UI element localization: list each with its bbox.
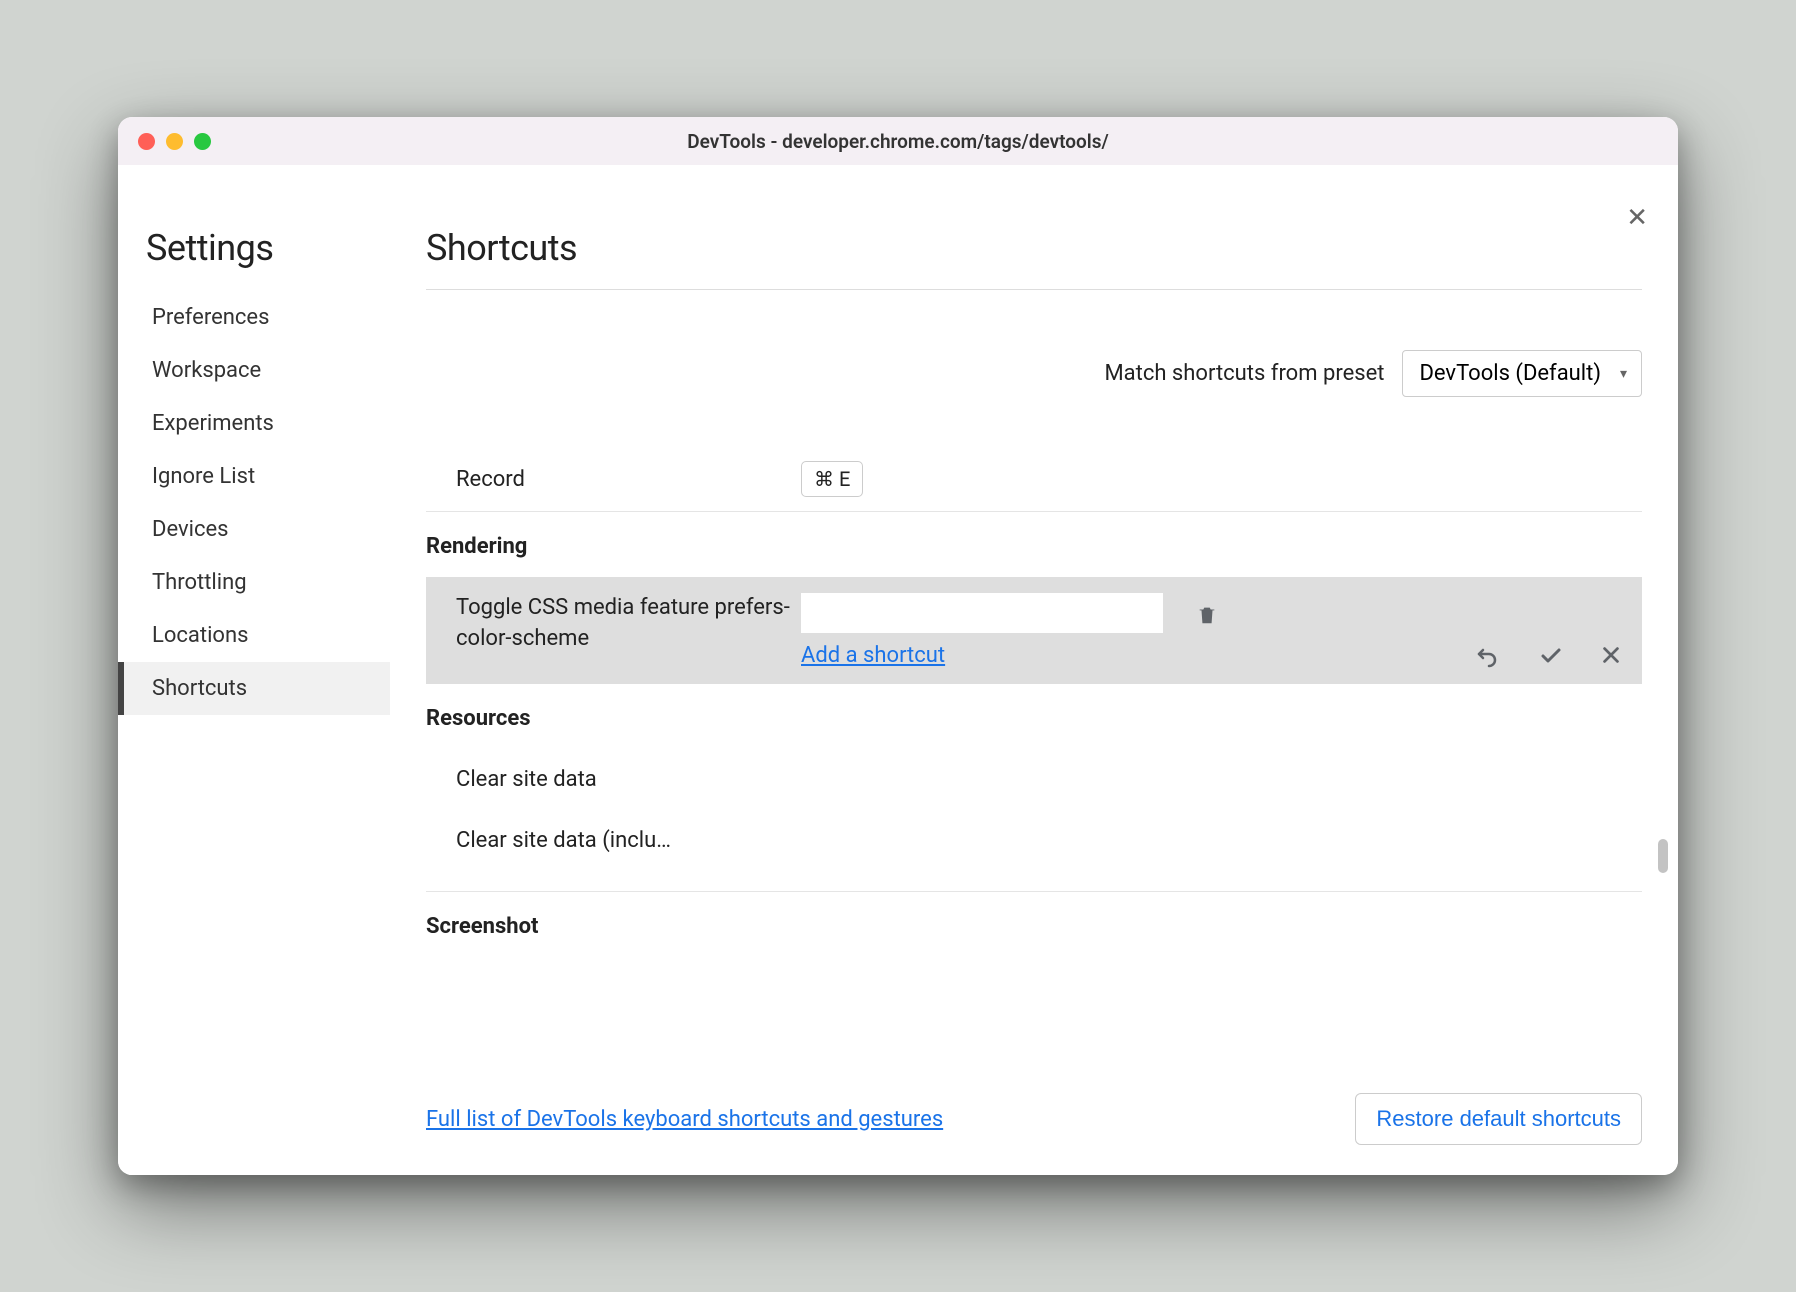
editing-center: Add a shortcut [801, 593, 1163, 668]
add-shortcut-link[interactable]: Add a shortcut [801, 643, 945, 668]
close-settings-button[interactable]: ✕ [1626, 203, 1648, 233]
section-header-screenshot: Screenshot [426, 892, 1642, 957]
content-area: ✕ Settings Preferences Workspace Experim… [118, 165, 1678, 1175]
sidebar-item-preferences[interactable]: Preferences [118, 291, 390, 344]
trash-icon[interactable] [1196, 603, 1218, 627]
sidebar-item-ignore-list[interactable]: Ignore List [118, 450, 390, 503]
window-titlebar: DevTools - developer.chrome.com/tags/dev… [118, 117, 1678, 165]
sidebar-item-label: Preferences [152, 305, 269, 330]
devtools-settings-window: DevTools - developer.chrome.com/tags/dev… [118, 117, 1678, 1175]
sidebar-item-label: Workspace [152, 358, 261, 383]
sidebar-item-label: Devices [152, 517, 229, 542]
sidebar-item-shortcuts[interactable]: Shortcuts [118, 662, 390, 715]
page-title: Shortcuts [426, 227, 1642, 290]
sidebar-item-devices[interactable]: Devices [118, 503, 390, 556]
footer: Full list of DevTools keyboard shortcuts… [426, 1063, 1642, 1145]
shortcut-editing-row: Toggle CSS media feature prefers-color-s… [426, 577, 1642, 684]
sidebar-item-throttling[interactable]: Throttling [118, 556, 390, 609]
full-shortcuts-link[interactable]: Full list of DevTools keyboard shortcuts… [426, 1107, 943, 1132]
window-minimize-button[interactable] [166, 133, 183, 150]
restore-defaults-button[interactable]: Restore default shortcuts [1355, 1093, 1642, 1145]
shortcut-row-clear-site-data[interactable]: Clear site data [426, 749, 1642, 810]
shortcut-key: ⌘ E [801, 461, 863, 497]
sidebar-item-experiments[interactable]: Experiments [118, 397, 390, 450]
preset-value: DevTools (Default) [1419, 361, 1601, 386]
shortcut-row-clear-site-data-including[interactable]: Clear site data (inclu… [426, 810, 1642, 871]
sidebar-item-workspace[interactable]: Workspace [118, 344, 390, 397]
sidebar-item-label: Throttling [152, 570, 247, 595]
window-title: DevTools - developer.chrome.com/tags/dev… [687, 130, 1108, 153]
window-maximize-button[interactable] [194, 133, 211, 150]
editing-shortcut-label: Toggle CSS media feature prefers-color-s… [456, 593, 801, 655]
sidebar-item-label: Ignore List [152, 464, 255, 489]
undo-icon[interactable] [1472, 644, 1502, 668]
traffic-lights [138, 133, 211, 150]
sidebar-item-label: Shortcuts [152, 676, 247, 701]
confirm-icon[interactable] [1538, 644, 1564, 668]
shortcut-label: Clear site data [456, 767, 597, 792]
settings-sidebar: Settings Preferences Workspace Experimen… [118, 165, 390, 1175]
sidebar-title: Settings [118, 227, 390, 291]
sidebar-item-locations[interactable]: Locations [118, 609, 390, 662]
shortcut-label: Clear site data (inclu… [456, 828, 671, 853]
preset-select[interactable]: DevTools (Default) [1402, 350, 1642, 397]
section-header-rendering: Rendering [426, 512, 1642, 577]
preset-row: Match shortcuts from preset DevTools (De… [426, 290, 1642, 447]
cancel-icon[interactable] [1600, 644, 1622, 668]
shortcut-row-record[interactable]: Record ⌘ E [426, 447, 1642, 512]
edit-actions [1472, 644, 1622, 668]
shortcut-list: Record ⌘ E Rendering Toggle CSS media fe… [426, 447, 1642, 1063]
main-panel: Shortcuts Match shortcuts from preset De… [390, 165, 1678, 1175]
shortcut-input[interactable] [801, 593, 1163, 633]
shortcut-label: Record [456, 467, 801, 492]
window-close-button[interactable] [138, 133, 155, 150]
sidebar-item-label: Locations [152, 623, 248, 648]
preset-label: Match shortcuts from preset [1104, 361, 1384, 386]
sidebar-item-label: Experiments [152, 411, 274, 436]
scrollbar-thumb[interactable] [1658, 839, 1668, 873]
section-header-resources: Resources [426, 684, 1642, 749]
